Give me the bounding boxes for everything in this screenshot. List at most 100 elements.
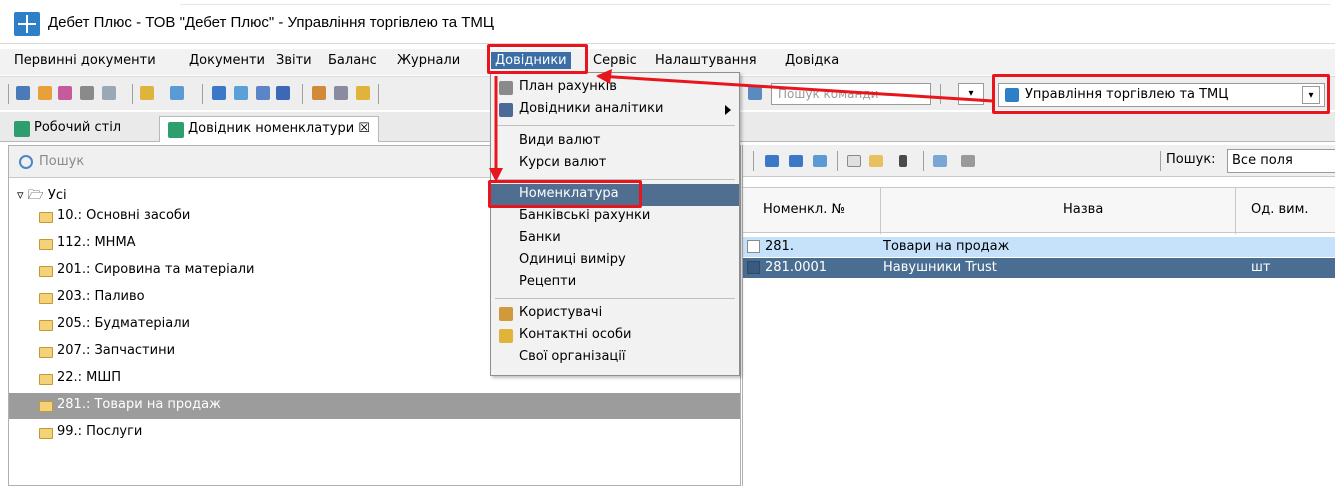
menu-item-chart-of-accounts[interactable]: План рахунків: [491, 77, 739, 99]
annotation-highlight-module: [992, 74, 1330, 114]
tab-nomenclature-label: Довідник номенклатури ☒: [188, 121, 370, 136]
contact-icon: [499, 329, 513, 343]
edit-icon[interactable]: [58, 86, 72, 100]
folder-icon: [39, 212, 53, 223]
command-search-input[interactable]: Пошук команди: [771, 83, 931, 105]
menu-journals[interactable]: Журнали: [397, 53, 460, 68]
catalog-icon: [499, 103, 513, 117]
menu-item-label: Користувачі: [519, 305, 603, 320]
command-dropdown-button[interactable]: ▾: [958, 83, 984, 105]
arrow-right-icon[interactable]: [789, 155, 803, 167]
chart-icon[interactable]: [276, 86, 290, 100]
new-document-icon[interactable]: [847, 155, 861, 167]
menu-item-analytics-catalogs[interactable]: Довідники аналітики: [491, 99, 739, 121]
menu-reports[interactable]: Звіти: [276, 53, 312, 68]
toolbar-separator: [302, 84, 303, 104]
menu-item-users[interactable]: Користувачі: [491, 303, 739, 325]
list-icon: [499, 81, 513, 95]
grid-toolbar: Пошук: Все поля: [743, 145, 1335, 177]
tree-item[interactable]: 99.: Послуги: [9, 420, 740, 446]
toolbar-separator: [837, 151, 838, 171]
image-icon[interactable]: [234, 86, 248, 100]
menu-item-exchange-rates[interactable]: Курси валют: [491, 153, 739, 175]
catalog-icon: [168, 122, 184, 138]
more-icon[interactable]: [899, 155, 907, 167]
tree-item-label: 22.: МШП: [57, 370, 122, 385]
row-checkbox[interactable]: [747, 261, 760, 274]
folder-icon: [39, 293, 53, 304]
column-header-unit[interactable]: Од. вим.: [1251, 202, 1309, 217]
menu-documents[interactable]: Документи: [189, 53, 265, 68]
folder-icon: [39, 239, 53, 250]
tree-item-label: 201.: Сировина та матеріали: [57, 262, 255, 277]
tree-item-label: 205.: Будматеріали: [57, 316, 190, 331]
toolbar-separator: [8, 84, 9, 104]
folder-icon: [39, 320, 53, 331]
menu-item-label: Види валют: [519, 133, 601, 148]
tree-item-selected[interactable]: 281.: Товари на продаж: [9, 393, 740, 419]
user-icon: [499, 307, 513, 321]
cell-name: Товари на продаж: [883, 239, 1010, 254]
menu-service[interactable]: Сервіс: [593, 53, 637, 68]
tab-nomenclature-catalog[interactable]: Довідник номенклатури ☒: [159, 116, 379, 142]
submenu-arrow-icon: [725, 105, 731, 115]
menu-item-label: План рахунків: [519, 79, 617, 94]
menu-balance[interactable]: Баланс: [328, 53, 377, 68]
toolbar-separator: [940, 84, 941, 104]
grid-icon[interactable]: [256, 86, 270, 100]
table-row-selected[interactable]: 281.0001 Навушники Trust шт: [743, 258, 1335, 278]
toolbar-separator: [753, 151, 754, 171]
tree-item-label: 281.: Товари на продаж: [57, 397, 221, 412]
menu-item-label: Банки: [519, 230, 561, 245]
folder-open-icon[interactable]: [140, 86, 154, 100]
database-icon[interactable]: [16, 86, 30, 100]
export-icon[interactable]: [170, 86, 184, 100]
title-bar: Дебет Плюс - ТОВ "Дебет Плюс" - Управлін…: [0, 0, 1335, 44]
column-divider: [1235, 188, 1236, 234]
toolbar-separator: [923, 151, 924, 171]
menu-item-units[interactable]: Одиниці виміру: [491, 250, 739, 272]
users-icon[interactable]: [312, 86, 326, 100]
window-icon[interactable]: [748, 86, 762, 100]
menu-item-bank-accounts[interactable]: Банківські рахунки: [491, 206, 739, 228]
menu-settings[interactable]: Налаштування: [655, 53, 757, 68]
arrow-left-icon[interactable]: [765, 155, 779, 167]
annotation-highlight-nomenclature: [488, 180, 642, 208]
cell-number: 281.0001: [765, 260, 828, 275]
edit-document-icon[interactable]: [869, 155, 883, 167]
calendar-icon[interactable]: [212, 86, 226, 100]
menu-primary-docs[interactable]: Первинні документи: [14, 53, 156, 68]
tree-search-placeholder: Пошук: [39, 154, 85, 169]
menu-item-label: Свої організації: [519, 349, 626, 364]
folder-icon: [39, 401, 53, 412]
toolbar-separator: [202, 84, 203, 104]
tree-item-label: 10.: Основні засоби: [57, 208, 191, 223]
menu-help[interactable]: Довідка: [785, 53, 839, 68]
column-header-name[interactable]: Назва: [1063, 202, 1103, 217]
annotation-highlight-menu: [487, 44, 588, 74]
menu-item-own-organizations[interactable]: Свої організації: [491, 347, 739, 369]
wand-icon[interactable]: [933, 155, 947, 167]
document-open-icon[interactable]: [38, 86, 52, 100]
menu-item-banks[interactable]: Банки: [491, 228, 739, 250]
folder-icon: [39, 266, 53, 277]
menu-item-contacts[interactable]: Контактні особи: [491, 325, 739, 347]
tree-item-label: 99.: Послуги: [57, 424, 143, 439]
top-divider: [180, 4, 1330, 5]
user-icon[interactable]: [356, 86, 370, 100]
report-icon[interactable]: [102, 86, 116, 100]
table-row[interactable]: 281. Товари на продаж: [743, 237, 1335, 257]
row-checkbox[interactable]: [747, 240, 760, 253]
filter-icon[interactable]: [961, 155, 975, 167]
menu-item-label: Банківські рахунки: [519, 208, 651, 223]
menu-item-recipes[interactable]: Рецепти: [491, 272, 739, 294]
refresh-icon[interactable]: [813, 155, 827, 167]
tree-item-label: 207.: Запчастини: [57, 343, 176, 358]
list-icon[interactable]: [80, 86, 94, 100]
menu-item-currency-types[interactable]: Види валют: [491, 131, 739, 153]
items-grid-panel: Пошук: Все поля Номенкл. № Назва Од. вим…: [742, 145, 1335, 486]
grid-search-field-select[interactable]: Все поля: [1227, 149, 1335, 173]
tab-desktop[interactable]: Робочий стіл: [6, 116, 129, 142]
column-header-number[interactable]: Номенкл. №: [763, 202, 845, 217]
settings-icon[interactable]: [334, 86, 348, 100]
